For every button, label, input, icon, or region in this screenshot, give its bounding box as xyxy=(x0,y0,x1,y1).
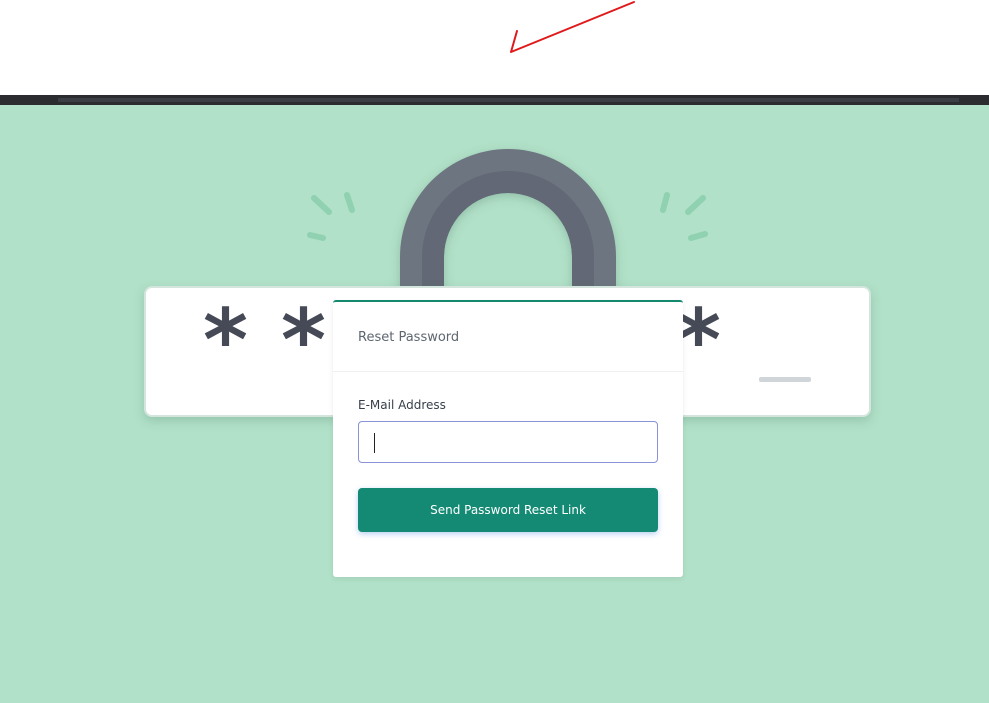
window-frame-bar xyxy=(0,95,989,105)
card-title: Reset Password xyxy=(358,330,460,345)
red-arrow-annotation xyxy=(510,1,635,53)
page-background: * * * Reset Password E-Mail Address Send… xyxy=(0,105,989,703)
mask-character: * xyxy=(281,291,326,391)
text-caret xyxy=(374,433,375,453)
sparkle-left-icon xyxy=(307,192,355,241)
email-field[interactable] xyxy=(358,421,658,463)
card-header: Reset Password xyxy=(333,302,683,372)
send-reset-link-button[interactable]: Send Password Reset Link xyxy=(358,488,658,532)
text-cursor-icon xyxy=(759,377,811,382)
email-label: E-Mail Address xyxy=(358,398,446,412)
reset-password-card: Reset Password E-Mail Address Send Passw… xyxy=(333,300,683,577)
mask-character: * xyxy=(203,291,248,391)
sparkle-right-icon xyxy=(660,192,708,241)
padlock-shackle-icon xyxy=(400,149,616,305)
